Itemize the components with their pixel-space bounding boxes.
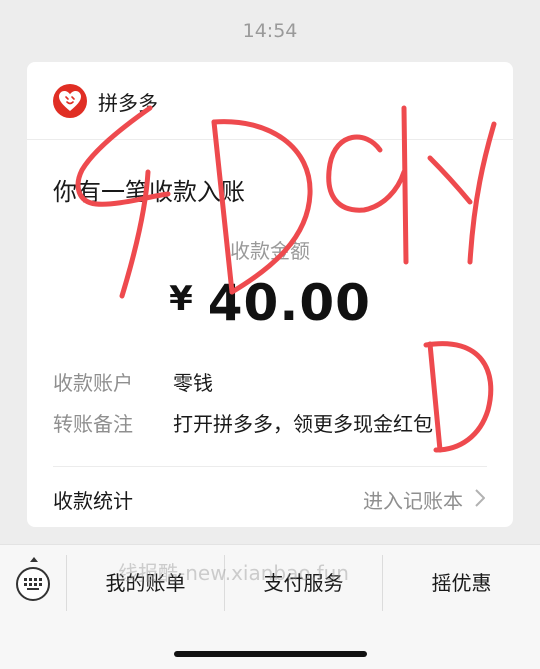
detail-value: 打开拼多多，领更多现金红包	[173, 412, 433, 436]
notice-title: 你有一笔收款入账	[53, 178, 245, 206]
card-header[interactable]: 拼多多	[27, 62, 513, 140]
keyboard-icon[interactable]	[16, 567, 50, 601]
detail-value: 零钱	[173, 371, 213, 395]
menu-shake-deals[interactable]: 摇优惠	[383, 555, 540, 611]
bottom-menu-bar: 我的账单 支付服务 摇优惠 线报酷-new.xianbao.fun	[0, 544, 540, 669]
amount-value: ¥40.00	[27, 274, 513, 332]
status-time: 14:54	[242, 20, 298, 42]
watermark-text: 线报酷-new.xianbao.fun	[118, 561, 349, 585]
currency-symbol: ¥	[169, 279, 194, 319]
pinduoduo-logo-icon	[53, 84, 87, 118]
chevron-right-icon	[475, 489, 485, 507]
home-indicator[interactable]	[174, 651, 367, 657]
arrow-up-icon	[30, 557, 38, 562]
stats-link[interactable]: 进入记账本	[363, 485, 463, 514]
stats-label: 收款统计	[53, 489, 133, 513]
detail-key: 收款账户	[53, 371, 133, 395]
amount-number: 40.00	[207, 274, 371, 332]
app-name: 拼多多	[98, 91, 158, 115]
stats-row[interactable]: 收款统计 进入记账本	[27, 467, 513, 527]
amount-label: 收款金额	[230, 239, 310, 263]
detail-key: 转账备注	[53, 412, 133, 436]
payment-notification-card: 拼多多 你有一笔收款入账 收款金额 ¥40.00 收款账户 零钱 转账备注 打开…	[27, 62, 513, 527]
